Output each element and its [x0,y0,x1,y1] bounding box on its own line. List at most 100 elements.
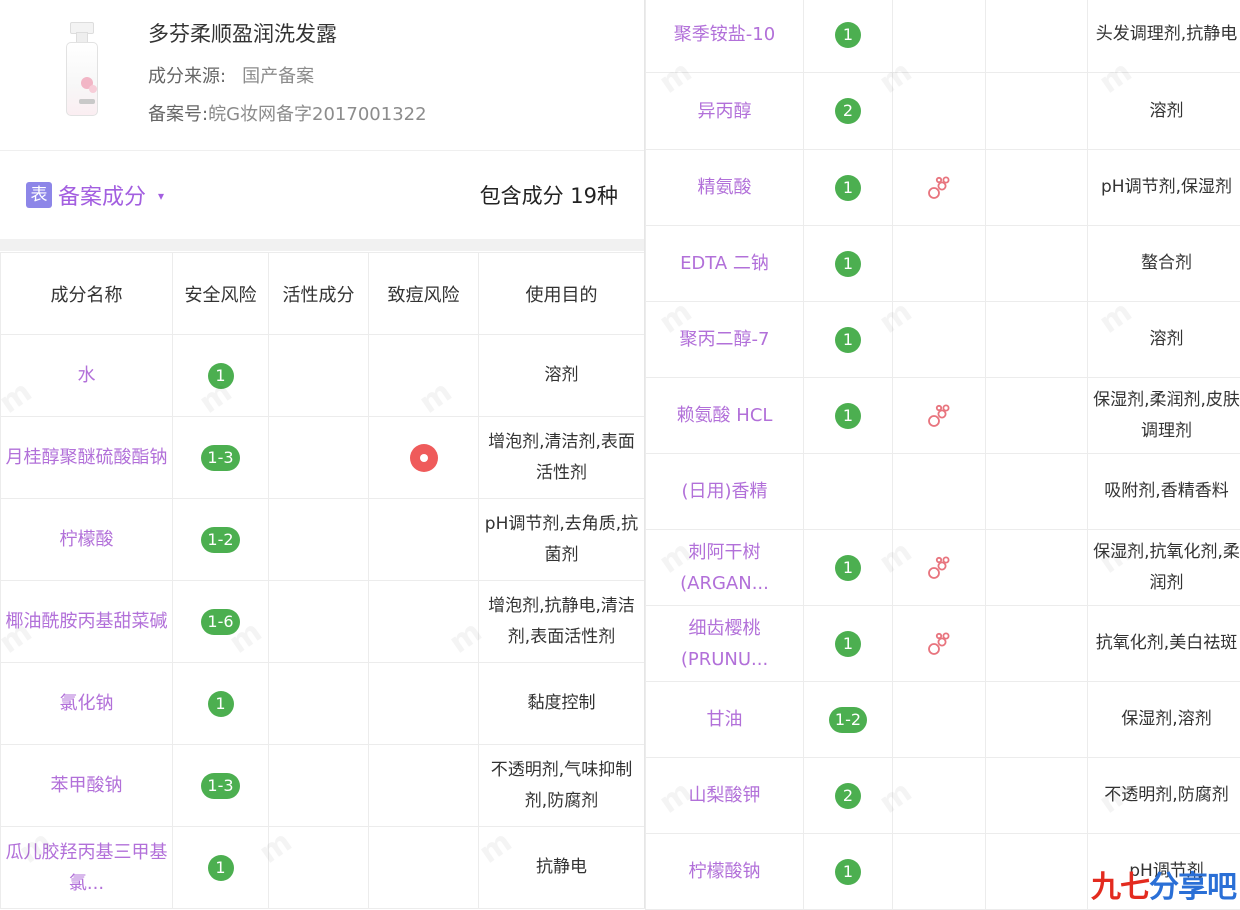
purpose-cell: 增泡剂,抗静电,清洁剂,表面活性剂 [479,581,645,663]
section-title-dropdown[interactable]: 备案成分 [58,179,146,211]
ingredient-name-cell[interactable]: 柠檬酸 [1,499,173,581]
table-row[interactable]: 椰油酰胺丙基甜菜碱1-6 增泡剂,抗静电,清洁剂,表面活性剂 [1,581,645,663]
left-table-body: 水1溶剂月桂醇聚醚硫酸酯钠1-3增泡剂,清洁剂,表面活性剂柠檬酸1-2pH调节剂… [1,335,645,909]
table-row[interactable]: 聚丙二醇-71溶剂 [646,302,1240,378]
table-row[interactable]: 瓜儿胶羟丙基三甲基氯...1抗静电 [1,827,645,909]
ingredient-name-link[interactable]: 刺阿干树(ARGAN... [680,542,769,594]
ingredient-name-link[interactable]: (日用)香精 [681,481,767,502]
table-row[interactable]: 异丙醇2溶剂 [646,73,1240,150]
ingredient-name-link[interactable]: 月桂醇聚醚硫酸酯钠 [6,447,168,468]
bubbles-icon [926,403,952,429]
table-row[interactable]: 月桂醇聚醚硫酸酯钠1-3增泡剂,清洁剂,表面活性剂 [1,417,645,499]
ingredient-name-cell[interactable]: 柠檬酸钠 [646,834,804,910]
table-row[interactable]: 山梨酸钾2不透明剂,防腐剂 [646,758,1240,834]
product-image[interactable] [58,22,106,118]
ingredient-name-link[interactable]: 瓜儿胶羟丙基三甲基氯... [6,842,168,894]
ingredient-table-left: 成分名称 安全风险 活性成分 致痘风险 使用目的 水1溶剂月桂醇聚醚硫酸酯钠1-… [0,252,645,909]
table-row[interactable]: 刺阿干树(ARGAN...1保湿剂,抗氧化剂,柔润剂 [646,530,1240,606]
ingredient-name-cell[interactable]: 聚季铵盐-10 [646,0,804,73]
ingredient-name-cell[interactable]: 精氨酸 [646,150,804,226]
bottle-logo [79,99,95,104]
ingredient-name-link[interactable]: 水 [78,365,96,386]
ingredient-name-cell[interactable]: 山梨酸钾 [646,758,804,834]
purpose-cell: 保湿剂,溶剂 [1088,682,1240,758]
ingredient-name-cell[interactable]: 刺阿干树(ARGAN... [646,530,804,606]
ingredient-name-link[interactable]: 异丙醇 [698,101,752,122]
ingredient-name-cell[interactable]: 氯化钠 [1,663,173,745]
ingredient-name-cell[interactable]: 水 [1,335,173,417]
safety-risk-cell: 1 [804,378,893,454]
safety-badge: 1 [835,403,861,429]
table-row[interactable]: 氯化钠 1 黏度控制 [1,663,645,745]
acne-risk-cell [986,150,1088,226]
purpose-text: 溶剂 [545,365,579,385]
ingredient-name-link[interactable]: 聚季铵盐-10 [674,24,775,45]
table-row[interactable]: 聚季铵盐-101头发调理剂,抗静电 [646,0,1240,73]
purpose-cell: 黏度控制 [479,663,645,745]
right-panel: 聚季铵盐-101头发调理剂,抗静电异丙醇2溶剂精氨酸1pH调节剂,保湿剂EDTA… [645,0,1240,908]
table-row[interactable]: 细齿樱桃(PRUNU...1抗氧化剂,美白祛斑 [646,606,1240,682]
ingredient-name-link[interactable]: 山梨酸钾 [689,785,761,806]
safety-badge: 1 [208,691,234,717]
purpose-cell: 不透明剂,防腐剂 [1088,758,1240,834]
ingredient-name-link[interactable]: 赖氨酸 HCL [677,405,773,426]
ingredient-name-link[interactable]: 柠檬酸钠 [689,861,761,882]
source-value: 国产备案 [242,66,314,87]
ingredient-name-link[interactable]: EDTA 二钠 [680,253,769,274]
ingredient-name-cell[interactable]: 瓜儿胶羟丙基三甲基氯... [1,827,173,909]
left-panel: 多芬柔顺盈润洗发露 成分来源:国产备案 备案号:皖G妆网备字2017001322… [0,0,644,908]
chevron-down-icon[interactable]: ▾ [158,189,164,203]
purpose-text: pH调节剂,去角质,抗菌剂 [485,514,638,565]
table-row[interactable]: 甘油1-2保湿剂,溶剂 [646,682,1240,758]
table-row[interactable]: 苯甲酸钠1-3不透明剂,气味抑制剂,防腐剂 [1,745,645,827]
active-ingredient-cell [893,454,986,530]
table-icon: 表 [26,182,52,208]
safety-risk-cell: 2 [804,73,893,150]
ingredient-name-cell[interactable]: 异丙醇 [646,73,804,150]
table-row[interactable]: EDTA 二钠1螯合剂 [646,226,1240,302]
acne-risk-cell [986,454,1088,530]
product-source: 成分来源: 国产备案 [148,62,314,88]
ingredient-name-link[interactable]: 苯甲酸钠 [51,775,123,796]
safety-risk-cell: 1 [804,530,893,606]
ingredient-name-link[interactable]: 聚丙二醇-7 [680,329,770,350]
ingredient-name-cell[interactable]: 椰油酰胺丙基甜菜碱 [1,581,173,663]
active-ingredient-cell [893,606,986,682]
ingredient-name-cell[interactable]: 月桂醇聚醚硫酸酯钠 [1,417,173,499]
table-row[interactable]: 赖氨酸 HCL1保湿剂,柔润剂,皮肤调理剂 [646,378,1240,454]
safety-badge: 1 [835,22,861,48]
safety-badge: 1-2 [201,527,239,553]
ingredient-name-cell[interactable]: 甘油 [646,682,804,758]
bottle-body [66,42,98,116]
ingredient-name-link[interactable]: 柠檬酸 [60,529,114,550]
active-ingredient-cell [893,150,986,226]
ingredient-name-link[interactable]: 甘油 [707,709,743,730]
ingredient-name-link[interactable]: 细齿樱桃(PRUNU... [681,618,768,670]
ingredient-name-cell[interactable]: 苯甲酸钠 [1,745,173,827]
ingredient-name-cell[interactable]: 聚丙二醇-7 [646,302,804,378]
ingredient-name-link[interactable]: 氯化钠 [60,693,114,714]
acne-risk-cell [986,378,1088,454]
ingredient-name-link[interactable]: 椰油酰胺丙基甜菜碱 [6,611,168,632]
ingredient-name-cell[interactable]: (日用)香精 [646,454,804,530]
active-ingredient-cell [893,226,986,302]
purpose-text: 黏度控制 [528,693,596,713]
ingredient-name-link[interactable]: 精氨酸 [698,177,752,198]
purpose-text: 吸附剂,香精香料 [1104,481,1228,501]
table-row[interactable]: 精氨酸1pH调节剂,保湿剂 [646,150,1240,226]
active-ingredient-cell [893,302,986,378]
safety-risk-cell: 1-6 [173,581,269,663]
bubbles-icon [926,555,952,581]
table-row[interactable]: 柠檬酸 1-2 pH调节剂,去角质,抗菌剂 [1,499,645,581]
table-row[interactable]: 水1溶剂 [1,335,645,417]
bubbles-icon [926,631,952,657]
acne-risk-cell [986,226,1088,302]
ingredient-name-cell[interactable]: 赖氨酸 HCL [646,378,804,454]
purpose-text: 增泡剂,抗静电,清洁剂,表面活性剂 [488,596,635,647]
table-row[interactable]: (日用)香精 吸附剂,香精香料 [646,454,1240,530]
active-ingredient-cell [269,581,369,663]
safety-risk-cell: 1-3 [173,417,269,499]
source-label: 成分来源: [148,66,226,87]
ingredient-name-cell[interactable]: EDTA 二钠 [646,226,804,302]
ingredient-name-cell[interactable]: 细齿樱桃(PRUNU... [646,606,804,682]
